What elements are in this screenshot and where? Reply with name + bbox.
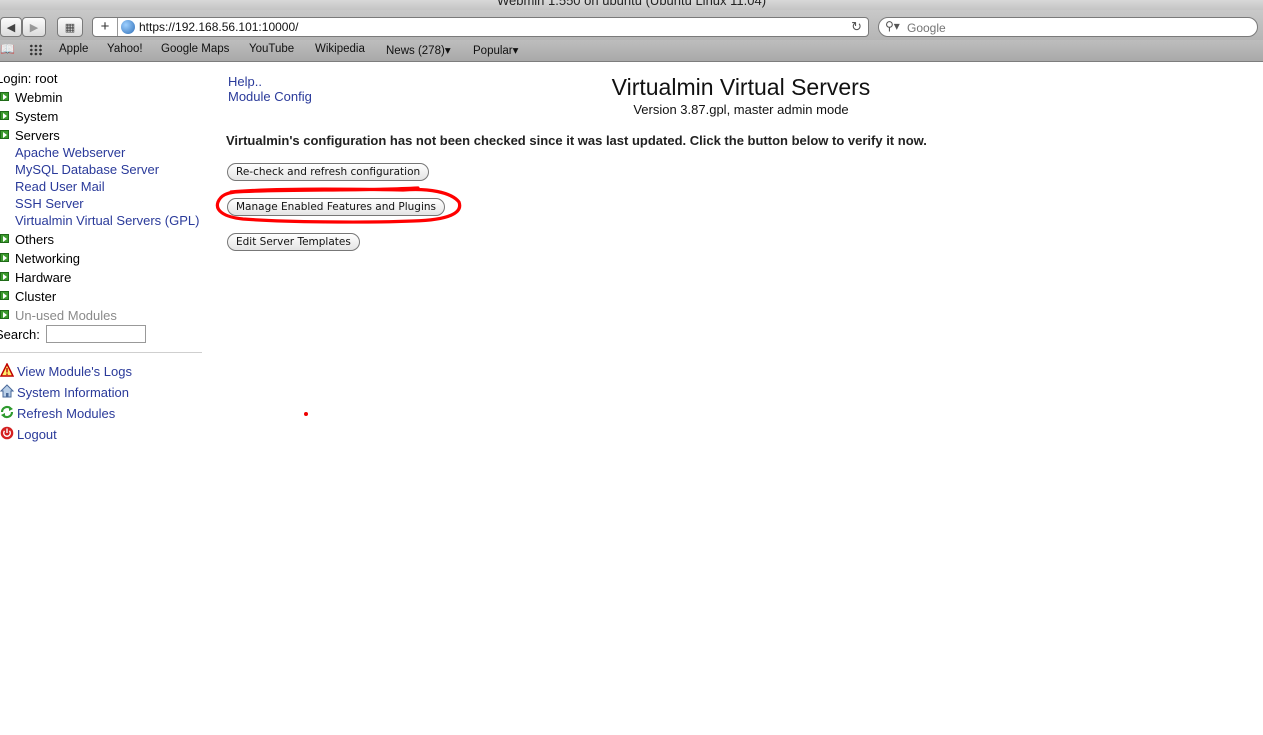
red-dot-mark bbox=[304, 412, 308, 416]
expand-icon[interactable] bbox=[0, 234, 9, 243]
version-text: Version 3.87.gpl, master admin mode bbox=[633, 102, 849, 117]
red-highlight-annotation bbox=[215, 186, 462, 224]
forward-arrow-icon: ▶ bbox=[29, 21, 39, 34]
help-link[interactable]: Help.. bbox=[228, 74, 262, 89]
warning-icon bbox=[0, 363, 14, 377]
module-search-label: Search: bbox=[0, 327, 40, 342]
link-label: View Module's Logs bbox=[17, 364, 132, 379]
grid-icon: ▦ bbox=[64, 21, 76, 34]
back-arrow-icon: ◀ bbox=[6, 21, 16, 34]
link-label: Logout bbox=[17, 427, 57, 442]
module-config-link[interactable]: Module Config bbox=[228, 89, 312, 104]
sidebar-divider bbox=[0, 352, 202, 353]
power-icon bbox=[0, 426, 14, 440]
search-input[interactable] bbox=[905, 19, 1249, 37]
recheck-refresh-config-button[interactable]: Re-check and refresh configuration bbox=[227, 163, 430, 181]
bookmark-apple[interactable]: Apple bbox=[59, 43, 88, 55]
expand-icon[interactable] bbox=[0, 310, 9, 319]
bookmark-news-label: News (278) bbox=[386, 45, 445, 57]
window-title: Webmin 1.550 on ubuntu (Ubuntu Linux 11.… bbox=[496, 0, 767, 8]
category-label: Servers bbox=[15, 128, 60, 143]
category-label: Networking bbox=[15, 251, 81, 266]
house-icon bbox=[0, 384, 14, 398]
site-globe-icon bbox=[121, 20, 135, 34]
chevron-down-icon: ▾ bbox=[444, 45, 451, 57]
search-icon: ⚲▾ bbox=[885, 19, 900, 33]
category-label: Cluster bbox=[15, 289, 57, 304]
module-search-input[interactable] bbox=[46, 325, 146, 343]
category-label: Webmin bbox=[15, 90, 63, 105]
category-label: Hardware bbox=[15, 270, 72, 285]
expand-icon[interactable] bbox=[0, 111, 9, 120]
module-ssh-server[interactable]: SSH Server bbox=[15, 196, 84, 211]
webmin-sidebar: Login: root Webmin System Servers Apache… bbox=[0, 62, 210, 735]
login-label: Login: root bbox=[0, 71, 58, 86]
bookmark-youtube[interactable]: YouTube bbox=[249, 43, 294, 55]
category-label: Un-used Modules bbox=[15, 308, 117, 323]
top-sites-grid-icon[interactable] bbox=[29, 44, 43, 56]
link-label: Refresh Modules bbox=[17, 406, 116, 421]
config-check-notice: Virtualmin's configuration has not been … bbox=[226, 133, 927, 148]
chevron-down-icon: ▾ bbox=[512, 45, 519, 57]
expand-icon[interactable] bbox=[0, 253, 9, 262]
bookmark-wikipedia[interactable]: Wikipedia bbox=[315, 43, 365, 55]
edit-server-templates-button[interactable]: Edit Server Templates bbox=[227, 233, 360, 251]
link-label: System Information bbox=[17, 385, 129, 400]
bookmark-google-maps[interactable]: Google Maps bbox=[161, 43, 229, 55]
expand-icon[interactable] bbox=[0, 272, 9, 281]
expand-icon[interactable] bbox=[0, 92, 9, 101]
forward-button[interactable]: ▶ bbox=[22, 17, 46, 37]
bookmark-popular-label: Popular bbox=[473, 45, 513, 57]
category-label: Others bbox=[15, 232, 55, 247]
bookmarks-bar: 📖 Apple Yahoo! Google Maps YouTube Wikip… bbox=[0, 40, 1263, 62]
browser-toolbar: ◀ ▶ ▦ + https://192.168.56.101:10000/ ↻ … bbox=[0, 10, 1263, 40]
back-button[interactable]: ◀ bbox=[0, 17, 22, 37]
reload-icon[interactable]: ↻ bbox=[851, 19, 862, 35]
search-field[interactable]: ⚲▾ bbox=[878, 17, 1258, 37]
category-label: System bbox=[15, 109, 59, 124]
window-titlebar: Webmin 1.550 on ubuntu (Ubuntu Linux 11.… bbox=[0, 0, 1263, 10]
page-title: Virtualmin Virtual Servers bbox=[611, 74, 871, 100]
expand-icon[interactable] bbox=[0, 291, 9, 300]
module-mysql-database-server[interactable]: MySQL Database Server bbox=[15, 162, 159, 177]
bookmark-news[interactable]: News (278)▾ bbox=[386, 43, 451, 57]
bookmark-yahoo[interactable]: Yahoo! bbox=[107, 43, 143, 55]
add-bookmark-icon[interactable]: + bbox=[93, 18, 118, 36]
address-bar[interactable]: + https://192.168.56.101:10000/ ↻ bbox=[92, 17, 869, 37]
bookmarks-book-icon[interactable]: 📖 bbox=[0, 42, 15, 56]
module-virtualmin-virtual-servers[interactable]: Virtualmin Virtual Servers (GPL) bbox=[15, 213, 199, 228]
bookmark-popular[interactable]: Popular▾ bbox=[473, 43, 518, 57]
refresh-icon bbox=[0, 405, 14, 419]
module-apache-webserver[interactable]: Apache Webserver bbox=[15, 145, 125, 160]
top-sites-button[interactable]: ▦ bbox=[57, 17, 83, 37]
url-text[interactable]: https://192.168.56.101:10000/ bbox=[139, 20, 298, 34]
module-read-user-mail[interactable]: Read User Mail bbox=[15, 179, 105, 194]
expand-icon[interactable] bbox=[0, 130, 9, 139]
